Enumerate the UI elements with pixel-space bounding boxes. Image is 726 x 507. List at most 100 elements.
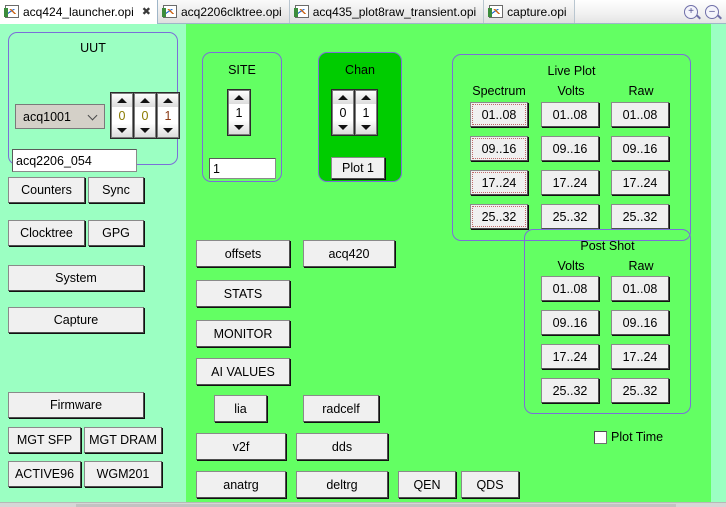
live-plot-col-header-spectrum: Spectrum	[472, 84, 526, 98]
plot-time-label: Plot Time	[611, 430, 664, 444]
stats-button[interactable]: STATS	[196, 280, 290, 307]
editor-tab-bar: acq424_launcher.opi ✖ acq2206clktree.opi…	[0, 0, 726, 24]
sync-button[interactable]: Sync	[88, 177, 144, 203]
live-plot-raw-25-32[interactable]: 25..32	[611, 204, 669, 229]
spinner-up-icon[interactable]	[157, 93, 179, 107]
site-input[interactable]: 1	[209, 158, 276, 179]
horizontal-scrollbar[interactable]	[0, 502, 726, 507]
live-plot-volts-09-16[interactable]: 09..16	[541, 136, 599, 161]
spinner-down-icon[interactable]	[134, 124, 156, 138]
deltrg-button[interactable]: deltrg	[296, 471, 388, 498]
capture-button[interactable]: Capture	[8, 307, 144, 333]
ai-values-button[interactable]: AI VALUES	[196, 358, 290, 385]
post-shot-raw-01-08[interactable]: 01..08	[611, 276, 669, 301]
site-spinner[interactable]: 1	[228, 90, 250, 135]
post-shot-volts-01-08[interactable]: 01..08	[541, 276, 599, 301]
live-plot-spectrum-01-08[interactable]: 01..08	[470, 102, 528, 127]
post-shot-raw-17-24[interactable]: 17..24	[611, 344, 669, 369]
spinner-down-icon[interactable]	[355, 121, 377, 135]
gpg-button[interactable]: GPG	[88, 220, 144, 246]
post-shot-volts-25-32[interactable]: 25..32	[541, 378, 599, 403]
uut-spinner-1[interactable]: 0	[111, 93, 133, 138]
tab-acq2206clktree[interactable]: acq2206clktree.opi	[157, 0, 290, 23]
radcelf-button[interactable]: radcelf	[303, 395, 379, 422]
wgm201-button[interactable]: WGM201	[84, 461, 162, 487]
counters-button[interactable]: Counters	[8, 177, 85, 203]
plot-time-checkbox[interactable]	[594, 430, 607, 444]
uut-title: UUT	[80, 41, 106, 55]
spinner-value: 1	[157, 107, 179, 124]
live-plot-volts-01-08[interactable]: 01..08	[541, 102, 599, 127]
plot-time-checkbox-row[interactable]: Plot Time	[594, 430, 663, 444]
live-plot-spectrum-09-16[interactable]: 09..16	[470, 136, 528, 161]
live-plot-volts-17-24[interactable]: 17..24	[541, 170, 599, 195]
chan-spinner-2[interactable]: 1	[355, 90, 377, 135]
live-plot-raw-01-08[interactable]: 01..08	[611, 102, 669, 127]
tab-acq435-plot8raw-transient[interactable]: acq435_plot8raw_transient.opi	[289, 0, 485, 23]
tab-label: capture.opi	[507, 4, 567, 19]
uut-spinner-2[interactable]: 0	[134, 93, 156, 138]
spinner-up-icon[interactable]	[355, 90, 377, 104]
uut-spinner-3[interactable]: 1	[157, 93, 179, 138]
mgt-dram-button[interactable]: MGT DRAM	[84, 427, 162, 453]
spinner-down-icon[interactable]	[157, 124, 179, 138]
clocktree-button[interactable]: Clocktree	[8, 220, 85, 246]
tab-label: acq2206clktree.opi	[180, 4, 282, 19]
uut-name-input[interactable]: acq2206_054	[12, 149, 137, 172]
acq420-button[interactable]: acq420	[303, 240, 395, 267]
active96-button[interactable]: ACTIVE96	[8, 461, 81, 487]
spinner-down-icon[interactable]	[228, 121, 250, 135]
monitor-button[interactable]: MONITOR	[196, 320, 290, 347]
close-icon[interactable]: ✖	[142, 5, 151, 18]
opi-file-icon	[161, 5, 177, 18]
chan-title: Chan	[345, 63, 375, 77]
post-shot-col-header-raw: Raw	[628, 259, 654, 273]
opi-file-icon	[293, 5, 309, 18]
post-shot-title: Post Shot	[580, 239, 635, 253]
anatrg-button[interactable]: anatrg	[196, 471, 286, 498]
opi-file-icon	[488, 5, 504, 18]
dds-button[interactable]: dds	[296, 433, 388, 460]
live-plot-spectrum-17-24[interactable]: 17..24	[470, 170, 528, 195]
live-plot-volts-25-32[interactable]: 25..32	[541, 204, 599, 229]
post-shot-raw-25-32[interactable]: 25..32	[611, 378, 669, 403]
tab-acq424-launcher[interactable]: acq424_launcher.opi ✖	[0, 0, 158, 24]
live-plot-col-header-volts: Volts	[557, 84, 585, 98]
chan-spinner-1[interactable]: 0	[332, 90, 354, 135]
spinner-up-icon[interactable]	[134, 93, 156, 107]
zoom-in-icon[interactable]: +	[684, 4, 698, 19]
offsets-button[interactable]: offsets	[196, 240, 290, 267]
firmware-button[interactable]: Firmware	[8, 392, 144, 418]
tab-label: acq435_plot8raw_transient.opi	[312, 4, 477, 19]
site-value: 1	[213, 161, 220, 176]
live-plot-raw-09-16[interactable]: 09..16	[611, 136, 669, 161]
spinner-up-icon[interactable]	[228, 90, 250, 104]
post-shot-volts-17-24[interactable]: 17..24	[541, 344, 599, 369]
spinner-up-icon[interactable]	[111, 93, 133, 107]
spinner-up-icon[interactable]	[332, 90, 354, 104]
qen-button[interactable]: QEN	[398, 471, 456, 498]
live-plot-col-header-raw: Raw	[628, 84, 654, 98]
uut-model-select[interactable]: acq1001	[15, 104, 105, 129]
system-button[interactable]: System	[8, 265, 144, 291]
mgt-sfp-button[interactable]: MGT SFP	[8, 427, 81, 453]
lia-button[interactable]: lia	[214, 395, 267, 422]
v2f-button[interactable]: v2f	[196, 433, 286, 460]
uut-serial-spinners: 0 0 1	[110, 92, 180, 139]
live-plot-spectrum-25-32[interactable]: 25..32	[470, 204, 528, 229]
uut-model-value: acq1001	[23, 109, 71, 124]
spinner-value: 0	[332, 104, 354, 121]
spinner-down-icon[interactable]	[111, 124, 133, 138]
qds-button[interactable]: QDS	[461, 471, 519, 498]
spinner-value: 1	[355, 104, 377, 121]
post-shot-raw-09-16[interactable]: 09..16	[611, 310, 669, 335]
live-plot-raw-17-24[interactable]: 17..24	[611, 170, 669, 195]
opi-file-icon	[4, 5, 19, 18]
spinner-down-icon[interactable]	[332, 121, 354, 135]
zoom-out-icon[interactable]: –	[705, 4, 719, 19]
spinner-value: 0	[111, 107, 133, 124]
post-shot-volts-09-16[interactable]: 09..16	[541, 310, 599, 335]
tab-capture[interactable]: capture.opi	[484, 0, 575, 23]
tab-label: acq424_launcher.opi	[23, 4, 134, 19]
plot-1-button[interactable]: Plot 1	[331, 157, 385, 179]
